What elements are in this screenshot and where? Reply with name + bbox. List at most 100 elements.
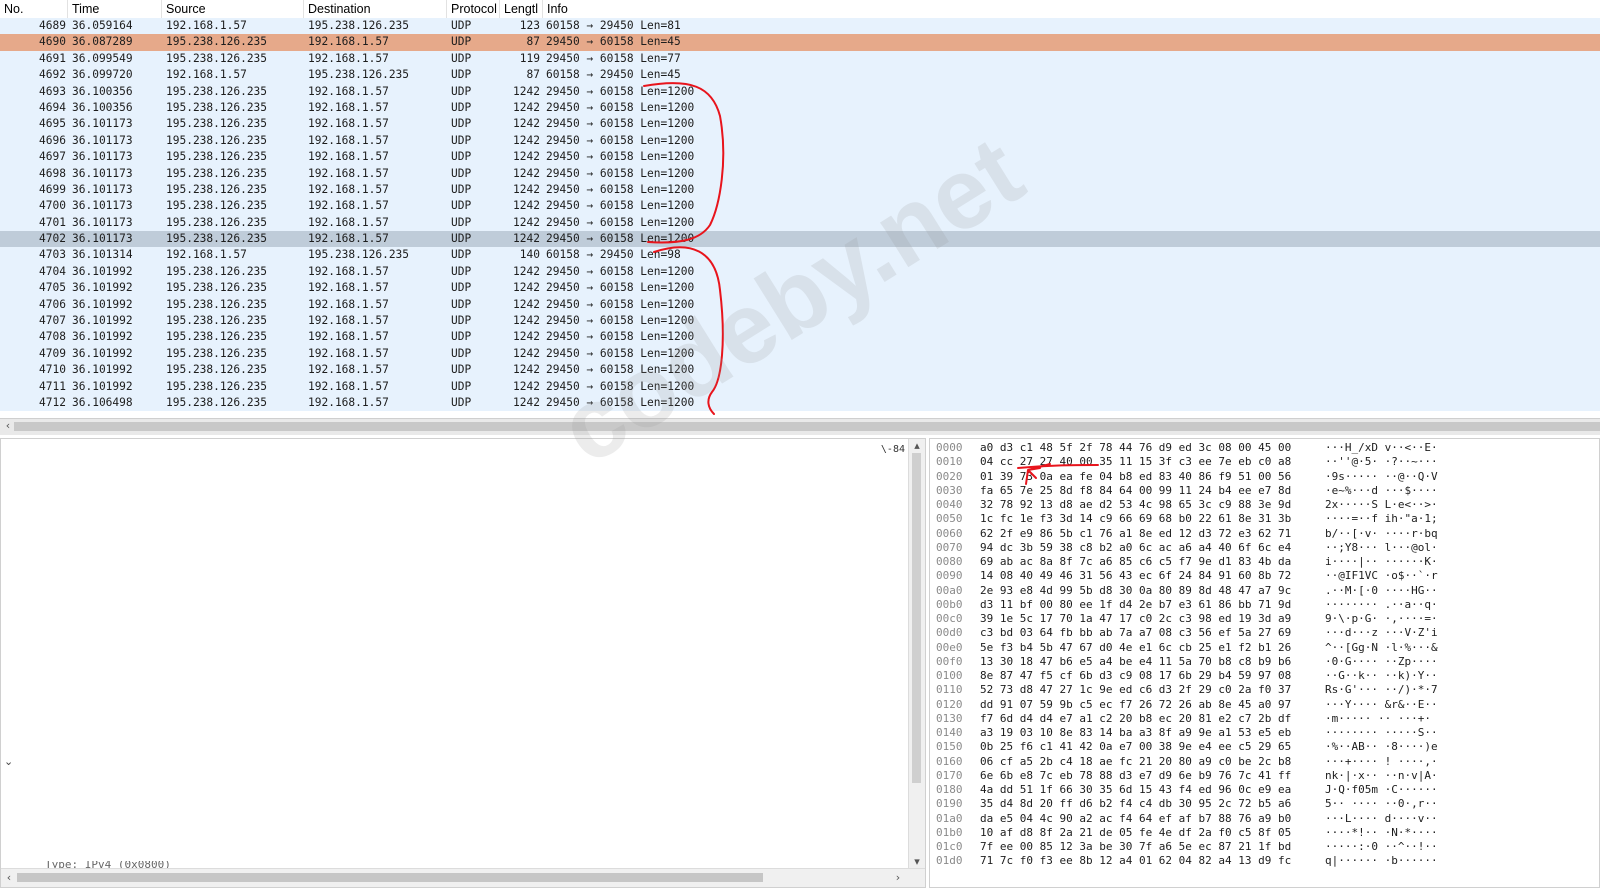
packet-row[interactable]: 4711 36.101992 195.238.126.235 192.168.1.57…	[0, 378, 1600, 395]
packet-no: 4708	[39, 330, 66, 344]
hex-row[interactable]: 0070 94 dc 3b 59 38 c8 b2 a0 6c ac a6 a4 …	[930, 541, 1590, 556]
packet-row[interactable]: 4712 36.106498 195.238.126.235 192.168.1.57…	[0, 394, 1600, 412]
packet-row[interactable]: 4689 36.059164 192.168.1.57 195.238.126.235…	[0, 18, 1600, 35]
hex-row[interactable]: 01a0 da e5 04 4c 90 a2 ac f4 64 ef af b7 …	[930, 812, 1590, 827]
scrollbar-thumb[interactable]	[17, 873, 763, 882]
hex-row[interactable]: 01d0 71 7c f0 f3 ee 8b 12 a4 01 62 04 82 …	[930, 854, 1590, 869]
scrollbar-thumb[interactable]	[912, 453, 921, 783]
packet-details-pane[interactable]: \-84 ⌄ Type: IPv4 (0x0800) ▴ ▾ ‹ ›	[0, 438, 926, 888]
packet-row[interactable]: 4698 36.101173 195.238.126.235 192.168.1.57…	[0, 165, 1600, 182]
hex-row[interactable]: 0120 dd 91 07 59 9b c5 ec f7 26 72 26 ab …	[930, 698, 1590, 713]
scrollbar-thumb[interactable]	[14, 422, 1600, 431]
packet-row[interactable]: 4704 36.101992 195.238.126.235 192.168.1.57…	[0, 263, 1600, 281]
packet-row[interactable]: 4701 36.101173 195.238.126.235 192.168.1.57…	[0, 214, 1600, 232]
packet-row[interactable]: 4695 36.101173 195.238.126.235 192.168.1.57…	[0, 116, 1600, 133]
hex-row[interactable]: 0020 01 39 73 0a ea fe 04 b8 ed 83 40 86 …	[930, 470, 1590, 485]
hex-row[interactable]: 0030 fa 65 7e 25 8d f8 84 64 00 99 11 24 …	[930, 484, 1590, 499]
hex-row[interactable]: 0170 6e 6b e8 7c eb 78 88 d3 e7 d9 6e b9 …	[930, 769, 1590, 784]
hex-ascii: 9·\·p·G· ·,····=·	[1325, 612, 1438, 625]
packet-destination: 192.168.1.57	[308, 150, 389, 164]
packet-protocol: UDP	[451, 232, 472, 246]
details-vscrollbar[interactable]: ▴ ▾	[908, 439, 925, 869]
packet-protocol: UDP	[451, 51, 472, 65]
column-header-info[interactable]: Info	[543, 0, 1600, 18]
hex-row[interactable]: 00e0 5e f3 b4 5b 47 67 d0 4e e1 6c cb 25 …	[930, 641, 1590, 656]
hex-row[interactable]: 0100 8e 87 47 f5 cf 6b d3 c9 08 17 6b 29 …	[930, 669, 1590, 684]
packet-source: 195.238.126.235	[166, 100, 268, 114]
packet-row[interactable]: 4700 36.101173 195.238.126.235 192.168.1.57…	[0, 198, 1600, 215]
packet-no: 4699	[39, 182, 66, 196]
packet-destination: 195.238.126.235	[308, 19, 410, 32]
packet-destination: 192.168.1.57	[308, 264, 389, 278]
hex-row[interactable]: 0010 04 cc 27 27 40 00 35 11 15 3f c3 ee …	[930, 455, 1590, 470]
packet-row[interactable]: 4706 36.101992 195.238.126.235 192.168.1.57…	[0, 296, 1600, 314]
packet-row[interactable]: 4694 36.100356 195.238.126.235 192.168.1.57…	[0, 99, 1600, 117]
hex-row[interactable]: 01b0 10 af d8 8f 2a 21 de 05 fe 4e df 2a …	[930, 826, 1590, 841]
packet-protocol: UDP	[451, 346, 472, 360]
hex-row[interactable]: 0000 a0 d3 c1 48 5f 2f 78 44 76 d9 ed 3c …	[930, 441, 1590, 456]
packet-length: 123	[519, 19, 540, 32]
hex-offset: 00a0	[936, 583, 963, 597]
hex-row[interactable]: 00a0 2e 93 e8 4d 99 5b d8 30 0a 80 89 8d …	[930, 584, 1590, 599]
packet-time: 36.101173	[72, 232, 133, 246]
hex-row[interactable]: 0040 32 78 92 13 d8 ae d2 53 4c 98 65 3c …	[930, 498, 1590, 513]
packet-row[interactable]: 4708 36.101992 195.238.126.235 192.168.1.57…	[0, 329, 1600, 346]
packet-row[interactable]: 4710 36.101992 195.238.126.235 192.168.1.57…	[0, 362, 1600, 379]
packet-row[interactable]: 4709 36.101992 195.238.126.235 192.168.1.57…	[0, 345, 1600, 363]
hex-row[interactable]: 00c0 39 1e 5c 17 70 1a 47 17 c0 2c c3 98 …	[930, 612, 1590, 627]
hex-row[interactable]: 00d0 c3 bd 03 64 fb bb ab 7a a7 08 c3 56 …	[930, 626, 1590, 641]
scroll-left-icon[interactable]: ‹	[1, 419, 15, 433]
packet-length: 87	[526, 68, 540, 82]
scroll-left-icon[interactable]: ‹	[2, 871, 16, 885]
hex-row[interactable]: 0060 62 2f e9 86 5b c1 76 a1 8e ed 12 d3 …	[930, 527, 1590, 542]
packet-protocol: UDP	[451, 19, 472, 32]
packet-list-hscrollbar[interactable]: ‹	[0, 418, 1600, 435]
packet-row[interactable]: 4691 36.099549 195.238.126.235 192.168.1.57…	[0, 50, 1600, 68]
hex-row[interactable]: 0140 a3 19 03 10 8e 83 14 ba a3 8f a9 9e …	[930, 726, 1590, 741]
column-header-length[interactable]: Lengtl	[500, 0, 543, 18]
packet-no: 4698	[39, 166, 66, 180]
packet-row[interactable]: 4696 36.101173 195.238.126.235 192.168.1.57…	[0, 132, 1600, 150]
packet-row[interactable]: 4692 36.099720 192.168.1.57 195.238.126.235…	[0, 67, 1600, 84]
scroll-down-icon[interactable]: ▾	[910, 855, 924, 869]
hex-row[interactable]: 0180 4a dd 51 1f 66 30 35 6d 15 43 f4 ed …	[930, 783, 1590, 798]
packet-protocol: UDP	[451, 281, 472, 295]
hex-row[interactable]: 0080 69 ab ac 8a 8f 7c a6 85 c6 c5 f7 9e …	[930, 555, 1590, 570]
details-hscrollbar[interactable]: ‹ ›	[1, 868, 925, 887]
hex-row[interactable]: 0090 14 08 40 49 46 31 56 43 ec 6f 24 84 …	[930, 569, 1590, 584]
packet-row[interactable]: 4697 36.101173 195.238.126.235 192.168.1.57…	[0, 149, 1600, 166]
packet-length: 87	[526, 35, 540, 49]
column-header-destination[interactable]: Destination	[304, 0, 447, 18]
scroll-right-icon[interactable]: ›	[891, 871, 905, 885]
packet-row[interactable]: 4707 36.101992 195.238.126.235 192.168.1.57…	[0, 313, 1600, 330]
packet-row[interactable]: 4705 36.101992 195.238.126.235 192.168.1.57…	[0, 280, 1600, 297]
packet-row[interactable]: 4703 36.101314 192.168.1.57 195.238.126.235…	[0, 247, 1600, 264]
packet-bytes-pane[interactable]: 0000 a0 d3 c1 48 5f 2f 78 44 76 d9 ed 3c …	[929, 438, 1600, 888]
packet-row[interactable]: 4699 36.101173 195.238.126.235 192.168.1.57…	[0, 181, 1600, 199]
packet-no: 4710	[39, 363, 66, 377]
hex-row[interactable]: 00b0 d3 11 bf 00 80 ee 1f d4 2e b7 e3 61 …	[930, 598, 1590, 613]
packet-row[interactable]: 4690 36.087289 195.238.126.235 192.168.1.57…	[0, 34, 1600, 51]
packet-source: 195.238.126.235	[166, 84, 268, 98]
hex-offset: 00b0	[936, 597, 963, 611]
hex-ascii: ···L···· d····v··	[1325, 811, 1438, 825]
hex-row[interactable]: 0130 f7 6d d4 d4 e7 a1 c2 20 b8 ec 20 81 …	[930, 712, 1590, 727]
scroll-up-icon[interactable]: ▴	[910, 439, 924, 453]
column-header-source[interactable]: Source	[162, 0, 304, 18]
hex-row[interactable]: 0190 35 d4 8d 20 ff d6 b2 f4 c4 db 30 95 …	[930, 797, 1590, 812]
hex-row[interactable]: 01c0 7f ee 00 85 12 3a be 30 7f a6 5e ec …	[930, 840, 1590, 855]
column-header-no[interactable]: No.	[0, 0, 68, 18]
hex-row[interactable]: 0160 06 cf a5 2b c4 18 ae fc 21 20 80 a9 …	[930, 755, 1590, 770]
packet-destination: 192.168.1.57	[308, 314, 389, 328]
hex-row[interactable]: 00f0 13 30 18 47 b6 e5 a4 be e4 11 5a 70 …	[930, 655, 1590, 670]
packet-list[interactable]: No. Time Source Destination Protocol Len…	[0, 0, 1600, 418]
column-header-time[interactable]: Time	[68, 0, 162, 18]
hex-row[interactable]: 0150 0b 25 f6 c1 41 42 0a e7 00 38 9e e4 …	[930, 740, 1590, 755]
hex-bytes: 8e 87 47 f5 cf 6b d3 c9 08 17 6b 29 b4 5…	[980, 669, 1292, 682]
packet-row[interactable]: 4693 36.100356 195.238.126.235 192.168.1.57…	[0, 83, 1600, 100]
chevron-down-icon[interactable]: ⌄	[4, 755, 13, 768]
packet-row[interactable]: 4702 36.101173 195.238.126.235 192.168.1.57…	[0, 231, 1600, 248]
hex-row[interactable]: 0050 1c fc 1e f3 3d 14 c9 66 69 68 b0 22 …	[930, 512, 1590, 527]
hex-row[interactable]: 0110 52 73 d8 47 27 1c 9e ed c6 d3 2f 29 …	[930, 683, 1590, 698]
column-header-protocol[interactable]: Protocol	[447, 0, 500, 18]
